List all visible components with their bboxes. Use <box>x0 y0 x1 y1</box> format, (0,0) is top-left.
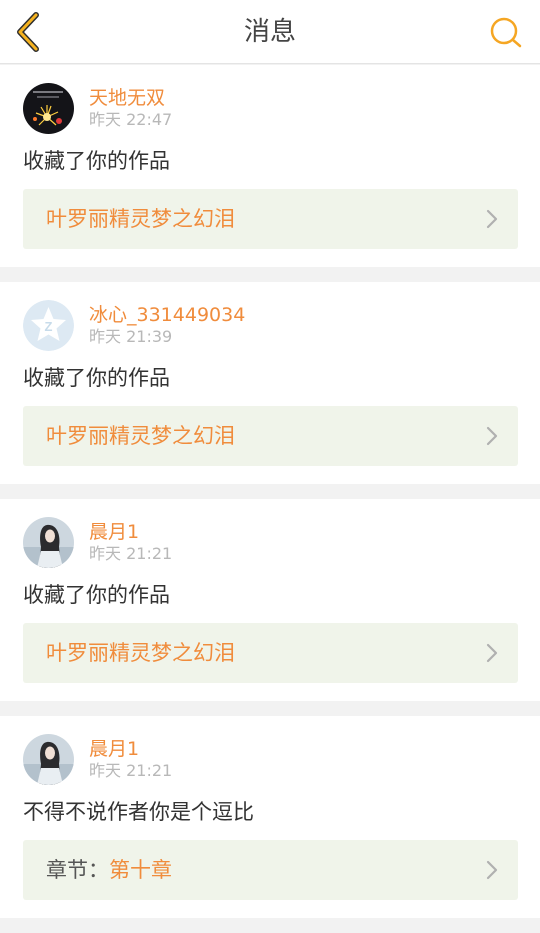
avatar[interactable] <box>23 83 74 134</box>
username[interactable]: 晨月1 <box>89 519 139 545</box>
message-text: 不得不说作者你是个逗比 <box>23 800 254 824</box>
svg-text:Z: Z <box>45 319 53 334</box>
chevron-right-icon <box>486 209 498 229</box>
work-title: 叶罗丽精灵梦之幻泪 <box>46 641 235 665</box>
search-button[interactable] <box>488 14 524 50</box>
chevron-right-icon <box>486 426 498 446</box>
chevron-right-icon <box>486 643 498 663</box>
page-title: 消息 <box>243 17 296 47</box>
username[interactable]: 冰心_331449034 <box>89 302 245 328</box>
message-card: 晨月1 昨天 21:21 不得不说作者你是个逗比 章节：第十章 <box>0 716 540 918</box>
work-title: 叶罗丽精灵梦之幻泪 <box>46 424 235 448</box>
back-button[interactable] <box>10 10 50 54</box>
message-card: 天地无双 昨天 22:47 收藏了你的作品 叶罗丽精灵梦之幻泪 <box>0 65 540 267</box>
girl-photo-avatar-image <box>23 734 74 785</box>
girl-photo-avatar-image <box>23 517 74 568</box>
top-bar: 消息 <box>0 0 540 64</box>
message-card: Z 冰心_331449034 昨天 21:39 收藏了你的作品 叶罗丽精灵梦之幻… <box>0 282 540 484</box>
message-text: 收藏了你的作品 <box>23 366 170 390</box>
chevron-left-icon <box>17 12 39 52</box>
work-link[interactable]: 叶罗丽精灵梦之幻泪 <box>23 189 518 249</box>
fireworks-avatar-image <box>23 83 74 134</box>
avatar[interactable] <box>23 734 74 785</box>
default-star-avatar-image: Z <box>23 300 74 351</box>
chapter-name: 第十章 <box>109 858 172 882</box>
message-card: 晨月1 昨天 21:21 收藏了你的作品 叶罗丽精灵梦之幻泪 <box>0 499 540 701</box>
work-link[interactable]: 叶罗丽精灵梦之幻泪 <box>23 406 518 466</box>
chapter-title: 章节：第十章 <box>46 856 172 884</box>
timestamp: 昨天 21:39 <box>89 327 173 346</box>
message-text: 收藏了你的作品 <box>23 583 170 607</box>
chevron-right-icon <box>486 860 498 880</box>
work-title: 叶罗丽精灵梦之幻泪 <box>46 207 235 231</box>
username[interactable]: 天地无双 <box>89 85 165 111</box>
avatar[interactable]: Z <box>23 300 74 351</box>
timestamp: 昨天 21:21 <box>89 544 173 563</box>
username[interactable]: 晨月1 <box>89 736 139 762</box>
chapter-link[interactable]: 章节：第十章 <box>23 840 518 900</box>
message-list: 天地无双 昨天 22:47 收藏了你的作品 叶罗丽精灵梦之幻泪 Z 冰心_331… <box>0 65 540 933</box>
avatar[interactable] <box>23 517 74 568</box>
search-icon <box>490 17 522 48</box>
message-text: 收藏了你的作品 <box>23 149 170 173</box>
timestamp: 昨天 22:47 <box>89 110 173 129</box>
chapter-prefix: 章节： <box>46 858 109 882</box>
timestamp: 昨天 21:21 <box>89 761 173 780</box>
work-link[interactable]: 叶罗丽精灵梦之幻泪 <box>23 623 518 683</box>
